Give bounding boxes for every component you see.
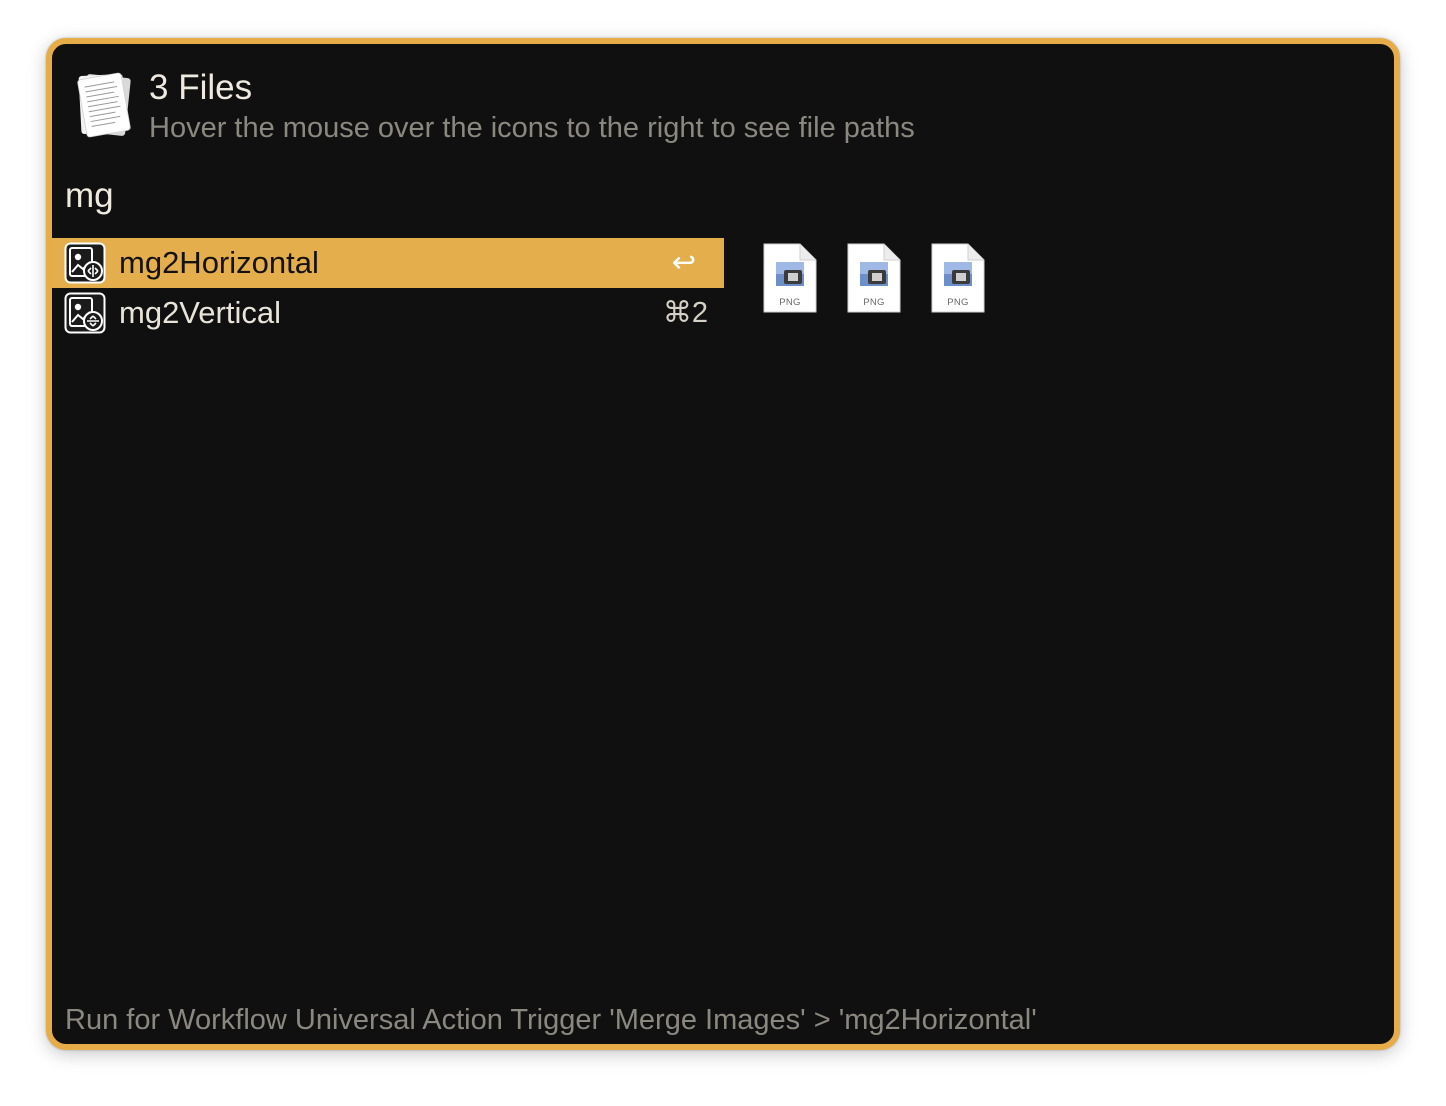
header: 3 Files Hover the mouse over the icons t…: [52, 44, 1394, 154]
documents-stack-icon: [74, 70, 134, 140]
png-file-icon[interactable]: PNG: [762, 242, 818, 314]
return-key-icon: ↩: [671, 247, 696, 279]
shortcut-label: ⌘2: [662, 297, 708, 329]
results-list: mg2Horizontal ↩ mg2Vertical ⌘2: [52, 238, 724, 338]
file-type-label: PNG: [779, 297, 801, 308]
alfred-window: 3 Files Hover the mouse over the icons t…: [46, 38, 1400, 1050]
merge-images-vertical-icon: [64, 292, 106, 334]
result-row-mg2horizontal[interactable]: mg2Horizontal ↩: [52, 238, 724, 288]
footer-status: Run for Workflow Universal Action Trigge…: [65, 1004, 1037, 1036]
header-title: 3 Files: [149, 68, 253, 107]
png-file-icon[interactable]: PNG: [930, 242, 986, 314]
result-row-mg2vertical[interactable]: mg2Vertical ⌘2: [52, 288, 724, 338]
merge-images-horizontal-icon: [64, 242, 106, 284]
file-type-label: PNG: [863, 297, 885, 308]
png-file-icon[interactable]: PNG: [846, 242, 902, 314]
search-input[interactable]: mg: [65, 176, 114, 216]
file-type-label: PNG: [947, 297, 969, 308]
result-label: mg2Horizontal: [119, 245, 319, 280]
header-subtitle: Hover the mouse over the icons to the ri…: [149, 112, 915, 144]
result-label: mg2Vertical: [119, 295, 281, 330]
